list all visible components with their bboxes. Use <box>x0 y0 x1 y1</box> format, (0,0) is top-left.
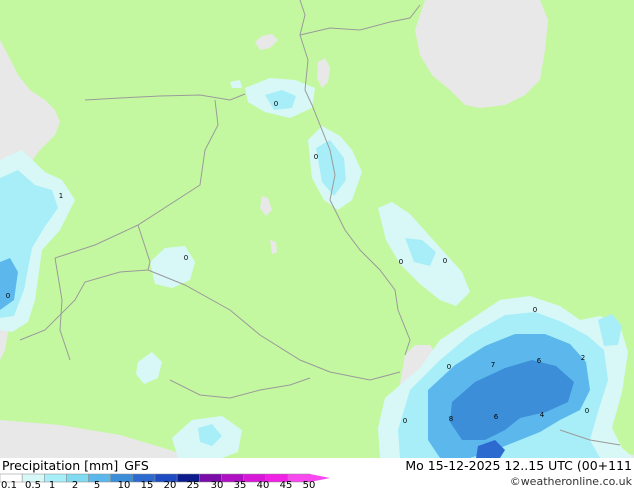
scale-tick-label: 0.5 <box>25 480 41 491</box>
precip-value-label: 0 <box>403 417 407 425</box>
model-name: GFS <box>124 458 149 473</box>
precip-value-label: 2 <box>581 354 585 362</box>
precip-value-label: 6 <box>537 357 542 365</box>
scale-tick-label: 30 <box>210 480 224 491</box>
precip-value-label: 0 <box>533 306 537 314</box>
precip-value-label: 7 <box>491 361 495 369</box>
map-canvas: 0 1 0 0 0 0 0 0 0 7 6 2 8 6 4 0 0 <box>0 0 634 458</box>
scale-tick-label: 40 <box>256 480 270 491</box>
precip-value-label: 6 <box>494 413 499 421</box>
precip-value-label: 0 <box>184 254 188 262</box>
scale-tick-label: 2 <box>71 480 79 491</box>
scale-tick-label: 5 <box>93 480 101 491</box>
precipitation-map: 0 1 0 0 0 0 0 0 0 7 6 2 8 6 4 0 0 <box>0 0 634 458</box>
legend-footer: Precipitation [mm] GFS 0.1 0.5 1 2 5 10 15 20 25 3… <box>0 458 634 491</box>
precip-value-label: 4 <box>540 411 545 419</box>
credit-link[interactable]: ©weatheronline.co.uk <box>510 475 632 488</box>
precip-value-label: 0 <box>274 100 278 108</box>
scale-tick-label: 0.1 <box>1 480 17 491</box>
legend-title-row: Precipitation [mm] GFS <box>2 458 149 473</box>
scale-tick-label: 1 <box>48 480 56 491</box>
precip-value-label: 8 <box>449 415 453 423</box>
precip-value-label: 0 <box>443 257 447 265</box>
legend-title: Precipitation [mm] <box>2 458 119 473</box>
scale-tick-label: 10 <box>117 480 131 491</box>
scale-tick-label: 25 <box>186 480 200 491</box>
precip-value-label: 0 <box>399 258 403 266</box>
precip-value-label: 0 <box>314 153 318 161</box>
scale-tick-label: 15 <box>140 480 154 491</box>
precip-value-label: 0 <box>585 407 589 415</box>
precip-value-label: 1 <box>59 192 63 200</box>
scale-ticks: 0.1 0.5 1 2 5 10 15 20 25 30 35 40 45 50 <box>0 480 330 491</box>
scale-tick-label: 20 <box>163 480 177 491</box>
scale-tick-label: 45 <box>279 480 293 491</box>
scale-tick-label: 35 <box>233 480 247 491</box>
precip-value-label: 0 <box>447 363 451 371</box>
scale-tick-label: 50 <box>302 480 316 491</box>
precip-value-label: 0 <box>6 292 10 300</box>
timestamp: Mo 15-12-2025 12..15 UTC (00+111 <box>405 458 632 473</box>
